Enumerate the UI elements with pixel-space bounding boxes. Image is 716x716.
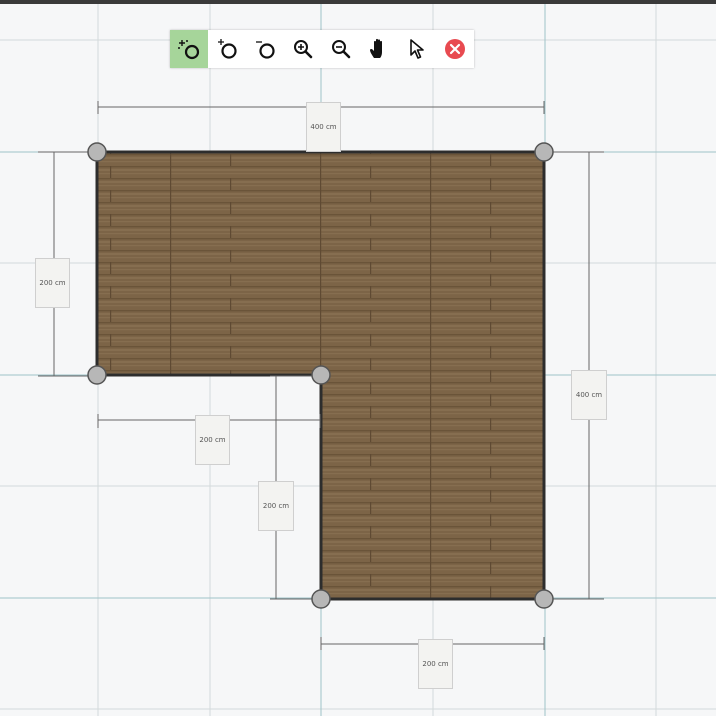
pan-tool[interactable] [360,30,398,68]
drawing-toolbar [170,30,474,68]
close-button[interactable] [436,30,474,68]
dimension-label-bottom[interactable]: 200 cm [418,639,453,689]
dimension-label-right[interactable]: 400 cm [571,370,607,420]
hand-icon [370,38,382,58]
corner-handle[interactable] [87,142,107,162]
dimension-label-inner-vertical[interactable]: 200 cm [258,481,294,531]
cursor-pointer-icon [410,39,424,59]
corner-handle[interactable] [87,365,107,385]
remove-circle-icon [256,41,275,59]
zoom-in-tool[interactable] [284,30,322,68]
dimension-label-left[interactable]: 200 cm [35,258,70,308]
select-tool[interactable] [398,30,436,68]
dimension-label-top[interactable]: 400 cm [306,102,341,152]
add-point-icon [178,40,200,60]
corner-handle[interactable] [534,589,554,609]
close-icon [445,39,465,59]
dimension-label-inner-horizontal[interactable]: 200 cm [195,415,230,465]
add-point-tool[interactable] [170,30,208,68]
add-circle-tool[interactable] [208,30,246,68]
zoom-out-tool[interactable] [322,30,360,68]
corner-handle[interactable] [311,365,331,385]
floor-plan-canvas[interactable]: 400 cm 200 cm 200 cm 200 cm 400 cm 200 c… [0,4,716,716]
corner-handle[interactable] [311,589,331,609]
floor-plan-drawing[interactable] [0,4,716,716]
zoom-out-icon [332,40,351,59]
zoom-in-icon [294,40,313,59]
add-circle-icon [218,39,237,59]
corner-handle[interactable] [534,142,554,162]
remove-circle-tool[interactable] [246,30,284,68]
